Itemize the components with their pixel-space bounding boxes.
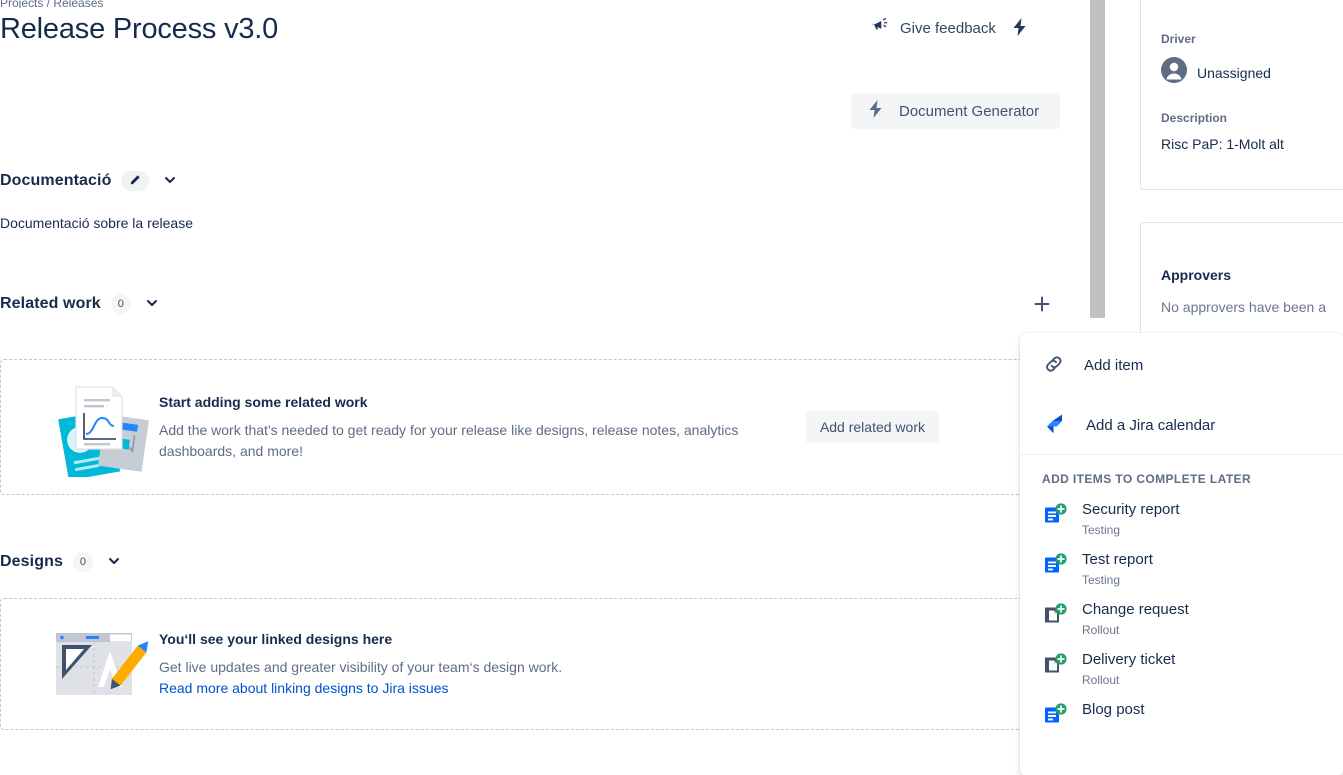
- menu-item-add-jira-calendar-label: Add a Jira calendar: [1086, 416, 1216, 434]
- add-related-work-button[interactable]: Add related work: [805, 411, 939, 443]
- document-add-blue-icon: [1042, 502, 1068, 531]
- designs-title: Designs: [0, 553, 63, 570]
- driver-value-row[interactable]: Unassigned: [1161, 57, 1343, 88]
- give-feedback-label: Give feedback: [900, 19, 996, 37]
- designs-section-header: Designs 0: [0, 551, 125, 573]
- menu-item-add-item[interactable]: Add item: [1020, 343, 1343, 387]
- description-value: Risc PaP: 1-Molt alt: [1161, 136, 1284, 152]
- link-chain-icon: [1042, 352, 1066, 379]
- approvers-heading: Approvers: [1161, 267, 1232, 283]
- design-canvas-illustration: [31, 625, 159, 703]
- menu-option-delivery-ticket[interactable]: Delivery ticket Rollout: [1020, 644, 1343, 694]
- menu-option-security-report[interactable]: Security report Testing: [1020, 494, 1343, 544]
- documentation-edit-button[interactable]: [121, 171, 150, 191]
- menu-option-name: Delivery ticket: [1082, 651, 1176, 668]
- related-work-section-header: Related work 0: [0, 293, 163, 315]
- menu-option-change-request[interactable]: Change request Rollout: [1020, 594, 1343, 644]
- menu-option-sub: Rollout: [1082, 623, 1120, 637]
- related-work-empty-state: Start adding some related work Add the w…: [0, 359, 1060, 495]
- lightning-bolt-icon: [867, 99, 885, 123]
- chevron-down-icon: [162, 172, 178, 191]
- menu-section-title: ADD ITEMS TO COMPLETE LATER: [1042, 472, 1252, 486]
- related-work-add-button[interactable]: [1028, 291, 1056, 319]
- document-add-blue-icon: [1042, 702, 1068, 731]
- jira-logo-icon: [1042, 411, 1068, 440]
- documents-illustration: [31, 377, 159, 477]
- related-work-collapse-toggle[interactable]: [141, 293, 163, 315]
- person-avatar-icon: [1161, 57, 1187, 88]
- approvers-empty-text: No approvers have been a: [1161, 299, 1326, 315]
- menu-option-name: Change request: [1082, 601, 1189, 618]
- menu-option-sub: Testing: [1082, 523, 1121, 537]
- megaphone-icon: [870, 16, 890, 40]
- chevron-down-icon: [144, 295, 160, 314]
- designs-empty-state: You‘ll see your linked designs here Get …: [0, 598, 1060, 730]
- page-scrollbar-thumb[interactable]: [1090, 0, 1105, 318]
- documentation-collapse-toggle[interactable]: [159, 170, 181, 192]
- menu-option-sub: Rollout: [1082, 673, 1120, 687]
- related-work-empty-title: Start adding some related work: [159, 394, 368, 410]
- give-feedback-button[interactable]: Give feedback: [868, 14, 998, 42]
- plus-icon: [1033, 295, 1051, 316]
- main-content-column: Projects / Releases Release Process v3.0…: [0, 0, 1086, 775]
- menu-item-add-item-label: Add item: [1084, 356, 1144, 374]
- header-actions: Give feedback: [868, 14, 1032, 42]
- menu-item-add-jira-calendar[interactable]: Add a Jira calendar: [1020, 403, 1343, 447]
- documentation-section-header: Documentació: [0, 170, 181, 192]
- breadcrumb[interactable]: Projects / Releases: [0, 0, 640, 8]
- menu-option-sub: Testing: [1082, 573, 1121, 587]
- details-card: Driver Unassigned Description Risc PaP: …: [1140, 0, 1343, 190]
- designs-collapse-toggle[interactable]: [103, 551, 125, 573]
- menu-option-blog-post[interactable]: Blog post: [1020, 694, 1343, 736]
- documentation-title: Documentació: [0, 172, 112, 189]
- related-work-title: Related work: [0, 295, 101, 312]
- designs-empty-title: You‘ll see your linked designs here: [159, 631, 393, 647]
- document-generator-button[interactable]: Document Generator: [851, 93, 1060, 129]
- release-detail-page: Projects / Releases Release Process v3.0…: [0, 0, 1343, 775]
- related-work-empty-body: Start adding some related work Add the w…: [159, 392, 806, 462]
- add-related-work-menu: Add item Add a Jira calendar ADD ITEMS T…: [1020, 333, 1343, 775]
- designs-empty-desc: Get live updates and greater visibility …: [159, 659, 563, 675]
- description-label: Description: [1161, 111, 1228, 125]
- menu-option-test-report[interactable]: Test report Testing: [1020, 544, 1343, 594]
- documentation-body: Documentació sobre la release: [0, 215, 193, 231]
- page-title: Release Process v3.0: [0, 13, 279, 45]
- driver-label: Driver: [1161, 32, 1196, 46]
- document-add-blue-icon: [1042, 552, 1068, 581]
- document-add-slate-icon: [1042, 602, 1068, 631]
- designs-count: 0: [72, 552, 93, 572]
- document-add-slate-icon: [1042, 652, 1068, 681]
- menu-option-name: Test report: [1082, 551, 1153, 568]
- pencil-icon: [129, 174, 141, 189]
- related-work-empty-desc: Add the work that's needed to get ready …: [159, 422, 739, 459]
- designs-read-more-link[interactable]: Read more about linking designs to Jira …: [159, 678, 1035, 699]
- designs-empty-body: You‘ll see your linked designs here Get …: [159, 629, 1035, 699]
- menu-option-name: Security report: [1082, 501, 1180, 518]
- document-generator-label: Document Generator: [899, 102, 1040, 120]
- lightning-bolt-icon: [1011, 17, 1029, 40]
- chevron-down-icon: [106, 553, 122, 572]
- lightning-bolt-button[interactable]: [1008, 16, 1032, 40]
- related-work-count: 0: [110, 294, 131, 314]
- driver-value: Unassigned: [1197, 64, 1271, 81]
- menu-option-name: Blog post: [1082, 701, 1145, 718]
